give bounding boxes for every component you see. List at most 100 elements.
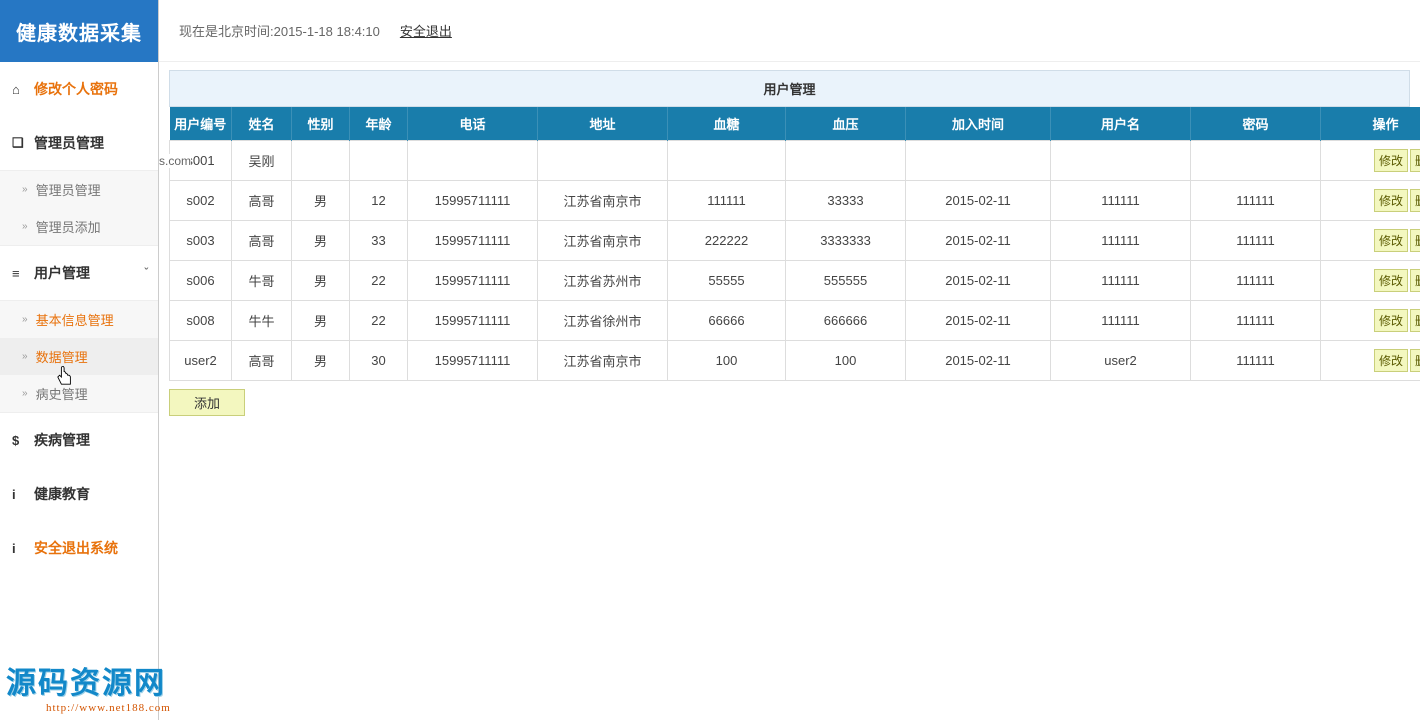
stray-text: s.com bbox=[159, 154, 191, 168]
nav-admin-mgmt[interactable]: ❏ 管理员管理 bbox=[10, 116, 148, 170]
cell-addr: 江苏省南京市 bbox=[538, 221, 668, 261]
sidebar: 健康数据采集 ⌂ 修改个人密码 ❏ 管理员管理 » 管理员管理 bbox=[0, 0, 159, 720]
col-header: 操作 bbox=[1321, 107, 1420, 141]
delete-button[interactable]: 删除 bbox=[1410, 309, 1420, 332]
nav-sub-label: 病史管理 bbox=[36, 384, 88, 403]
cell-phone bbox=[408, 141, 538, 181]
edit-button[interactable]: 修改 bbox=[1374, 229, 1408, 252]
cell-phone: 15995711111 bbox=[408, 341, 538, 381]
cell-pass: 111111 bbox=[1191, 181, 1321, 221]
arrow-icon: » bbox=[22, 351, 28, 362]
cell-id: s003 bbox=[170, 221, 232, 261]
cell-ops: 修改删除 bbox=[1321, 141, 1420, 181]
cell-age: 12 bbox=[350, 181, 408, 221]
cell-addr bbox=[538, 141, 668, 181]
nav-sub-data-mgmt[interactable]: » 数据管理 bbox=[0, 338, 158, 375]
table-row: s001吴刚修改删除 bbox=[170, 141, 1420, 181]
cell-name: 高哥 bbox=[232, 181, 292, 221]
nav-sub-admin-add[interactable]: » 管理员添加 bbox=[0, 208, 158, 245]
add-button[interactable]: 添加 bbox=[169, 389, 245, 416]
delete-button[interactable]: 删除 bbox=[1410, 149, 1420, 172]
nav-label: 安全退出系统 bbox=[34, 538, 118, 558]
watermark-title: 源码资源网 bbox=[6, 658, 171, 702]
cell-sugar bbox=[668, 141, 786, 181]
col-header: 血糖 bbox=[668, 107, 786, 141]
user-table: 用户编号姓名性别年龄电话地址血糖血压加入时间用户名密码操作 s001吴刚修改删除… bbox=[169, 107, 1420, 381]
cell-gender: 男 bbox=[292, 301, 350, 341]
nav: ⌂ 修改个人密码 ❏ 管理员管理 » 管理员管理 » 管理员添加 bbox=[0, 62, 158, 720]
nav-disease-mgmt[interactable]: $ 疾病管理 bbox=[10, 413, 148, 467]
col-header: 加入时间 bbox=[906, 107, 1051, 141]
time-label: 现在是北京时间:2015-1-18 18:4:10 bbox=[179, 21, 380, 40]
logout-link[interactable]: 安全退出 bbox=[400, 21, 452, 40]
edit-button[interactable]: 修改 bbox=[1374, 349, 1408, 372]
cell-id: s006 bbox=[170, 261, 232, 301]
cell-phone: 15995711111 bbox=[408, 261, 538, 301]
cell-id: s002 bbox=[170, 181, 232, 221]
edit-button[interactable]: 修改 bbox=[1374, 269, 1408, 292]
nav-label: 用户管理 bbox=[34, 263, 90, 283]
cell-gender: 男 bbox=[292, 181, 350, 221]
cell-ops: 修改删除 bbox=[1321, 181, 1420, 221]
cell-pass: 111111 bbox=[1191, 261, 1321, 301]
topbar: 现在是北京时间:2015-1-18 18:4:10 安全退出 bbox=[159, 0, 1420, 62]
cell-addr: 江苏省南京市 bbox=[538, 181, 668, 221]
arrow-icon: » bbox=[22, 221, 28, 232]
cell-user: 111111 bbox=[1051, 221, 1191, 261]
cell-sugar: 55555 bbox=[668, 261, 786, 301]
cell-phone: 15995711111 bbox=[408, 221, 538, 261]
nav-sub-label: 数据管理 bbox=[36, 347, 88, 366]
nav-label: 健康教育 bbox=[34, 484, 90, 504]
edit-button[interactable]: 修改 bbox=[1374, 189, 1408, 212]
info-icon: i bbox=[12, 541, 28, 556]
nav-user-mgmt[interactable]: ≡ 用户管理 ˇ bbox=[10, 246, 148, 300]
cell-join: 2015-02-11 bbox=[906, 341, 1051, 381]
cell-sugar: 100 bbox=[668, 341, 786, 381]
cell-pass bbox=[1191, 141, 1321, 181]
cell-sugar: 111111 bbox=[668, 181, 786, 221]
cell-user bbox=[1051, 141, 1191, 181]
watermark: 源码资源网 http://www.net188.com bbox=[6, 658, 171, 714]
nav-label: 疾病管理 bbox=[34, 430, 90, 450]
nav-health-edu[interactable]: i 健康教育 bbox=[10, 467, 148, 521]
col-header: 性别 bbox=[292, 107, 350, 141]
square-icon: ❏ bbox=[12, 135, 28, 151]
cell-id: s008 bbox=[170, 301, 232, 341]
delete-button[interactable]: 删除 bbox=[1410, 269, 1420, 292]
cell-pressure: 555555 bbox=[786, 261, 906, 301]
nav-modify-password[interactable]: ⌂ 修改个人密码 bbox=[10, 62, 148, 116]
list-icon: ≡ bbox=[12, 266, 28, 281]
cell-ops: 修改删除 bbox=[1321, 261, 1420, 301]
arrow-icon: » bbox=[22, 314, 28, 325]
nav-sub-basic-info[interactable]: » 基本信息管理 bbox=[0, 301, 158, 338]
content: s.com 用户管理 用户编号姓名性别年龄电话地址血糖血压加入时间用户名密码操作… bbox=[159, 62, 1420, 720]
cell-pressure: 33333 bbox=[786, 181, 906, 221]
cell-phone: 15995711111 bbox=[408, 181, 538, 221]
cell-id: user2 bbox=[170, 341, 232, 381]
nav-sub-history[interactable]: » 病史管理 bbox=[0, 375, 158, 412]
cell-sugar: 222222 bbox=[668, 221, 786, 261]
cell-user: 111111 bbox=[1051, 261, 1191, 301]
delete-button[interactable]: 删除 bbox=[1410, 229, 1420, 252]
cell-name: 高哥 bbox=[232, 341, 292, 381]
cell-pass: 111111 bbox=[1191, 221, 1321, 261]
cell-gender: 男 bbox=[292, 221, 350, 261]
table-row: s002高哥男1215995711111江苏省南京市11111133333201… bbox=[170, 181, 1420, 221]
cell-ops: 修改删除 bbox=[1321, 221, 1420, 261]
cell-join: 2015-02-11 bbox=[906, 181, 1051, 221]
cell-age: 30 bbox=[350, 341, 408, 381]
cell-pressure: 666666 bbox=[786, 301, 906, 341]
nav-sub-admin-list[interactable]: » 管理员管理 bbox=[0, 171, 158, 208]
cell-gender: 男 bbox=[292, 341, 350, 381]
cell-pressure: 100 bbox=[786, 341, 906, 381]
delete-button[interactable]: 删除 bbox=[1410, 349, 1420, 372]
cell-age: 22 bbox=[350, 301, 408, 341]
main: 现在是北京时间:2015-1-18 18:4:10 安全退出 s.com 用户管… bbox=[159, 0, 1420, 720]
delete-button[interactable]: 删除 bbox=[1410, 189, 1420, 212]
nav-safe-exit[interactable]: i 安全退出系统 bbox=[10, 521, 148, 575]
edit-button[interactable]: 修改 bbox=[1374, 309, 1408, 332]
edit-button[interactable]: 修改 bbox=[1374, 149, 1408, 172]
panel-title: 用户管理 bbox=[169, 70, 1410, 107]
brand-title: 健康数据采集 bbox=[0, 0, 158, 62]
col-header: 密码 bbox=[1191, 107, 1321, 141]
